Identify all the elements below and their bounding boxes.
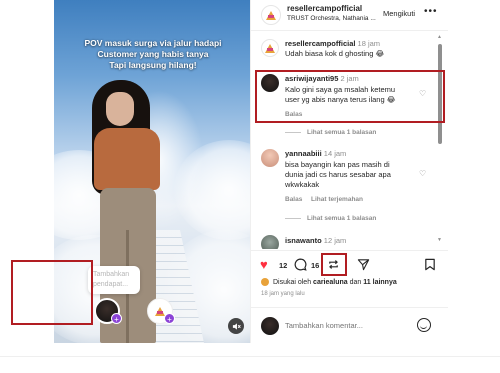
scroll-up-arrow[interactable]: ▲ [437,34,442,40]
heart-filled-icon[interactable]: ♥ [260,258,268,272]
comments-panel: resellercampofficial TRUST Orchestra, Na… [250,0,448,343]
like-count[interactable]: 12 [279,261,287,270]
comment-count[interactable]: 16 [311,261,319,270]
comment-text: Udah biasa kok d ghosting 😂 [285,49,385,58]
add-badge-icon[interactable]: + [164,313,175,324]
comment-input[interactable] [285,321,405,330]
comment-icon[interactable] [294,258,307,274]
header-audio[interactable]: TRUST Orchestra, Nathania ... [287,15,376,22]
post-date: 18 jam yang lalu [261,291,305,297]
comment-header: isnawanto 12 jam [285,236,346,246]
comment-username[interactable]: resellercampofficial [285,39,355,48]
comment-text: wkwkakak [285,180,320,189]
comment-username[interactable]: isnawanto [285,236,322,245]
translate-link[interactable]: Lihat terjemahan [311,196,363,203]
person-face [106,92,134,126]
header-avatar[interactable] [261,5,281,25]
comment-avatar[interactable] [261,39,279,57]
view-replies-link[interactable]: Lihat semua 1 balasan [285,129,376,136]
like-comment-icon[interactable]: ♡ [419,169,426,178]
annotation-highlight [321,253,347,276]
comment-time: 18 jam [357,39,381,48]
comment-text: bisa bayangin kan pas masih di [285,160,390,169]
comment-time: 12 jam [323,236,347,245]
liked-by-others[interactable]: 11 lainnya [363,279,396,286]
comment-text: dunia jadi cs harus sesabar apa [285,170,391,179]
bookmark-icon [425,258,435,271]
speaker-muted-icon [232,322,241,330]
following-button[interactable]: Mengikuti [383,9,415,18]
caption-line: POV masuk surga via jalur hadapi [84,38,222,48]
header-username[interactable]: resellercampofficial [287,4,362,13]
comment-bubble-icon [294,258,307,271]
comment-header: yannaabiii 14 jam [285,149,346,159]
video-caption: POV masuk surga via jalur hadapi Custome… [68,38,238,71]
scroll-down-arrow[interactable]: ▼ [437,237,442,243]
comment-time: 14 jam [323,149,347,158]
reply-button[interactable]: Balas [285,196,302,203]
page-divider [0,356,500,357]
liked-by-join: dan [349,278,362,286]
comment-username[interactable]: yannaabiii [285,149,322,158]
emoji-icon[interactable] [417,318,431,332]
caption-line: Customer yang habis tanya [97,49,209,59]
mute-icon[interactable] [228,318,244,334]
more-options-icon[interactable]: ••• [424,6,438,17]
liked-by-prefix: Disukai oleh [272,278,312,286]
comments-list: resellercampofficial 18 jam Udah biasa k… [251,31,448,249]
comment-avatar[interactable] [261,235,279,249]
comment-avatar[interactable] [261,149,279,167]
post-header: resellercampofficial TRUST Orchestra, Na… [251,0,448,31]
share-icon[interactable] [357,258,370,274]
note-popup[interactable]: Tambahkan pendapat... [88,266,140,294]
annotation-highlight [11,260,93,325]
liked-by-user[interactable]: cariealuna [313,279,348,286]
post-actions: ♥ 12 16 Disukai oleh cariealuna dan 11 l… [251,250,448,306]
popup-text: pendapat... [93,281,129,288]
view-replies-link[interactable]: Lihat semua 1 balasan [285,215,376,222]
liked-by-text: Disukai oleh cariealuna dan 11 lainnya [261,278,397,286]
caption-line: Tapi langsung hilang! [109,60,197,70]
save-icon[interactable] [424,258,436,274]
person-top [94,128,160,190]
comment-header: resellercampofficial 18 jam [285,39,380,49]
liker-avatar[interactable] [261,278,269,286]
add-badge-icon[interactable]: + [111,313,122,324]
add-comment-bar [251,307,448,343]
annotation-highlight [255,70,445,123]
post-modal: POV masuk surga via jalur hadapi Custome… [11,0,448,343]
popup-text: Tambahkan [93,271,130,278]
current-user-avatar [261,317,279,335]
paper-plane-icon [357,259,370,271]
